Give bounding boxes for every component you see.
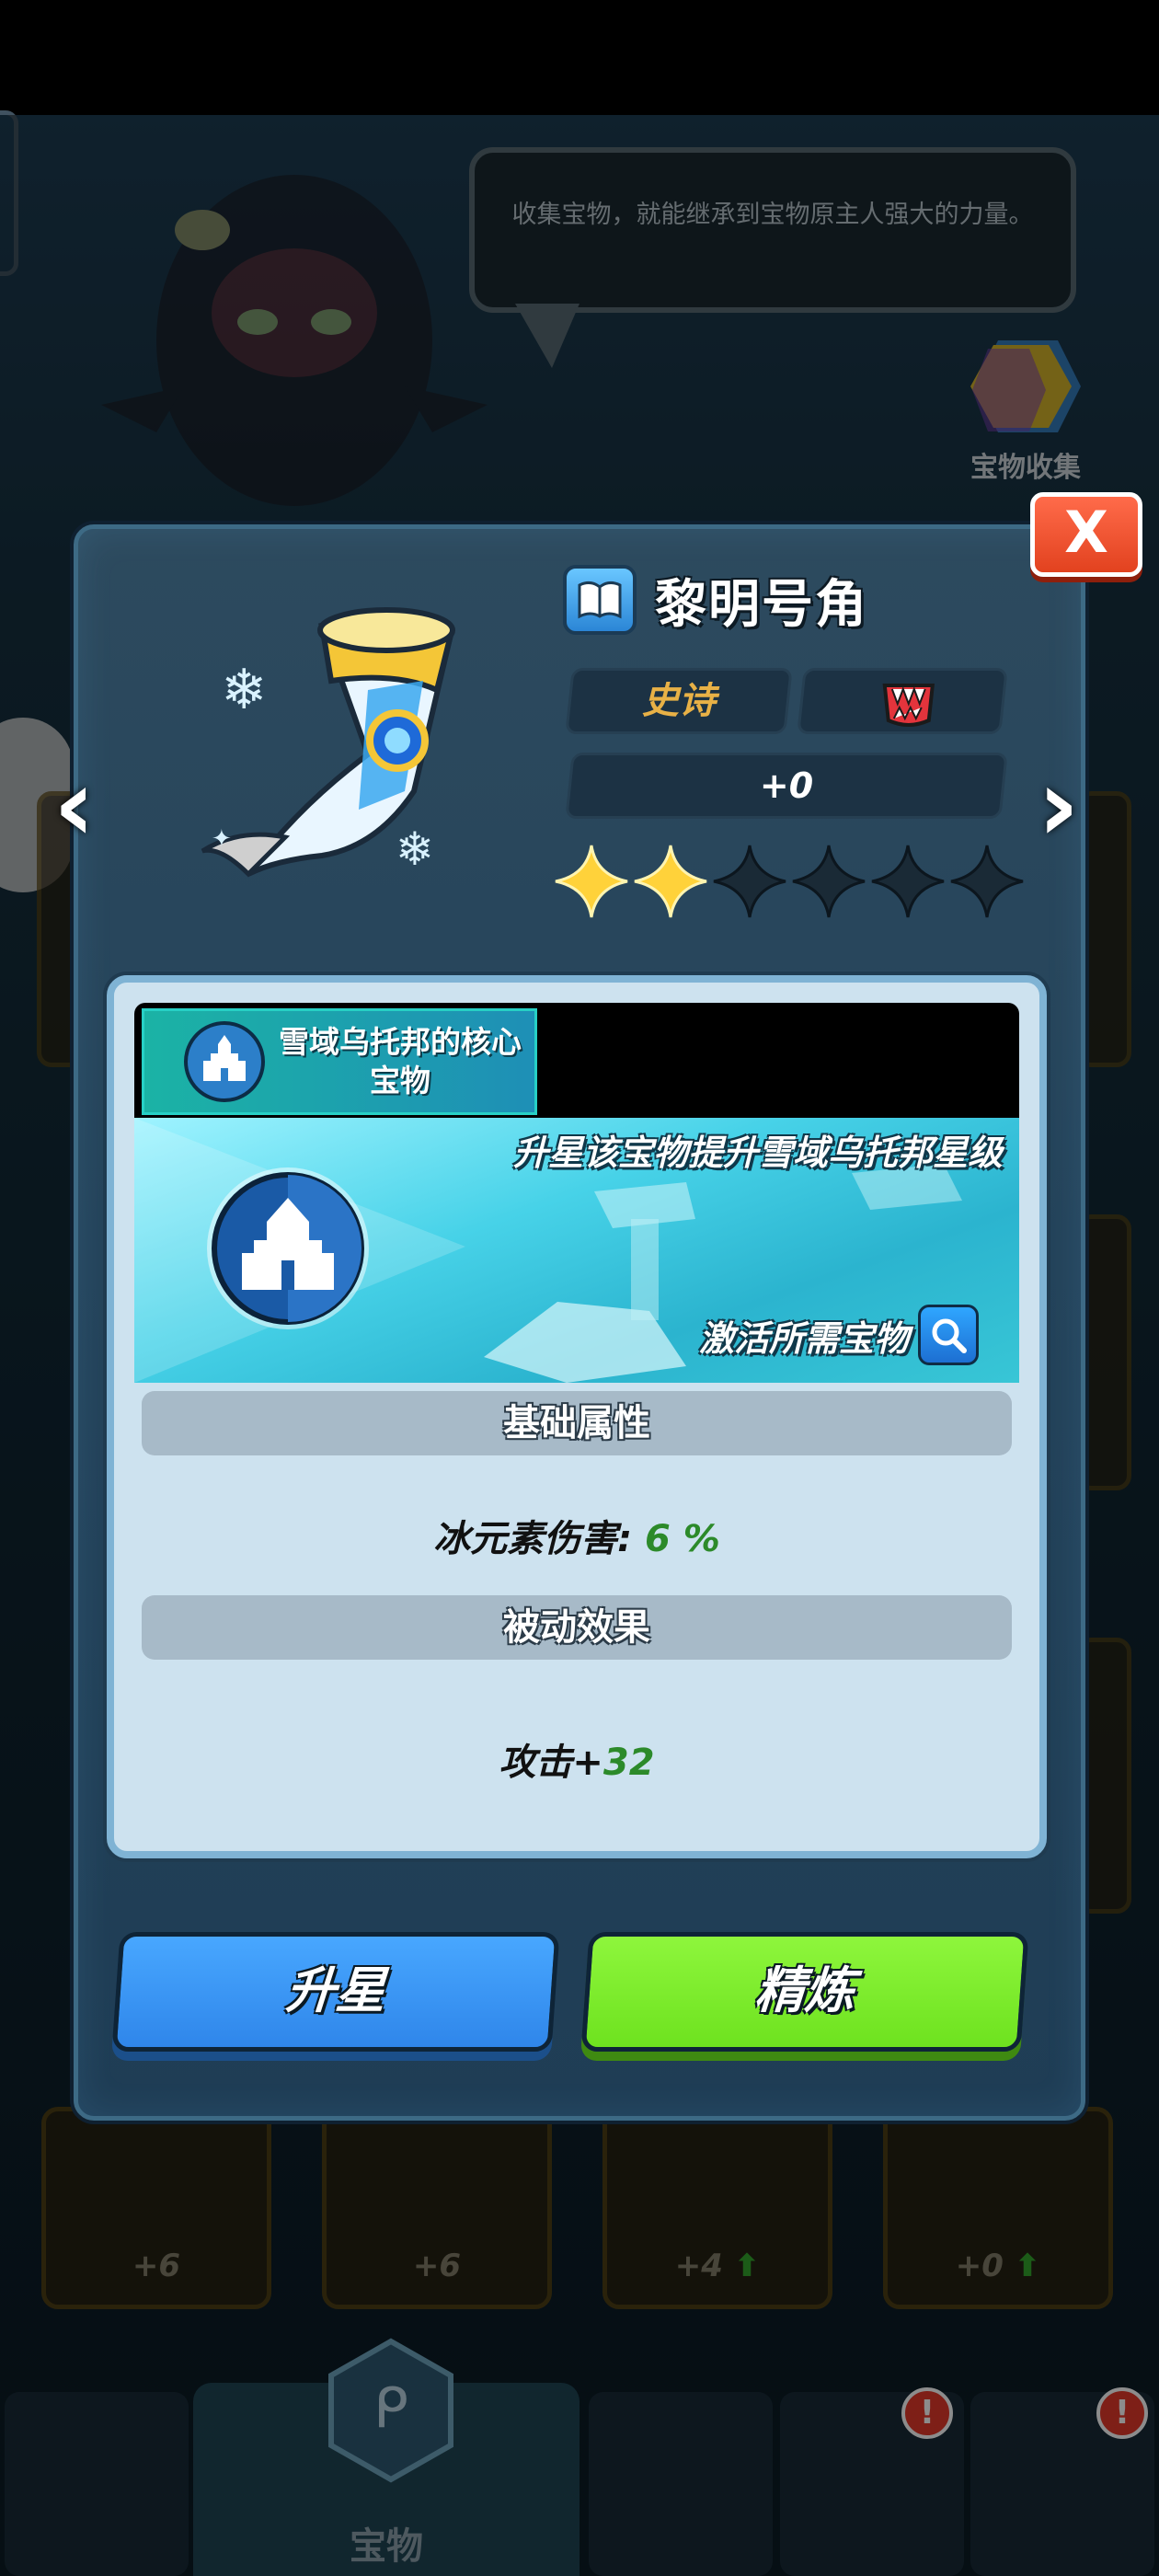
fanged-mouth-icon bbox=[882, 684, 935, 727]
passive-effect-line: 攻击+32 bbox=[142, 1732, 1012, 1786]
svg-text:✦: ✦ bbox=[212, 825, 232, 853]
ice-castle-icon bbox=[184, 1021, 265, 1102]
magnifier-icon[interactable] bbox=[918, 1305, 980, 1365]
attack-label: 攻击+ bbox=[499, 1742, 603, 1784]
set-description: 升星该宝物提升雪域乌托邦星级 bbox=[512, 1133, 1003, 1173]
activate-label: 激活所需宝物 bbox=[699, 1317, 910, 1359]
level-pill: +0 bbox=[565, 753, 1008, 819]
star-rating bbox=[552, 842, 1030, 925]
type-pill bbox=[797, 668, 1008, 734]
set-name: 雪域乌托邦的核心宝物 bbox=[279, 1024, 522, 1098]
set-tab: 雪域乌托邦的核心宝物 bbox=[142, 1008, 537, 1115]
star-empty-icon bbox=[792, 845, 866, 918]
next-arrow-icon[interactable]: › bbox=[1038, 754, 1102, 860]
ice-damage-value: 6 % bbox=[645, 1518, 720, 1560]
star-filled-icon bbox=[634, 845, 707, 918]
star-empty-icon bbox=[713, 845, 786, 918]
rarity-label: 史诗 bbox=[642, 680, 716, 722]
svg-text:❄: ❄ bbox=[396, 822, 434, 876]
base-attribute-line: 冰元素伤害: 6 % bbox=[142, 1509, 1012, 1562]
activate-required-treasures[interactable]: 激活所需宝物 bbox=[699, 1305, 980, 1365]
previous-arrow-icon[interactable]: ‹ bbox=[53, 754, 118, 860]
attack-value: 32 bbox=[602, 1742, 655, 1784]
star-filled-icon bbox=[555, 845, 628, 918]
ice-castle-emblem-icon bbox=[207, 1167, 369, 1329]
book-icon[interactable] bbox=[563, 565, 637, 635]
upgrade-star-button[interactable]: 升星 bbox=[111, 1932, 560, 2052]
base-attributes-header: 基础属性 bbox=[142, 1391, 1012, 1455]
close-button[interactable]: X bbox=[1030, 492, 1142, 577]
item-level: +0 bbox=[759, 765, 814, 806]
star-empty-icon bbox=[950, 845, 1024, 918]
refine-button[interactable]: 精炼 bbox=[580, 1932, 1029, 2052]
rarity-pill: 史诗 bbox=[565, 668, 793, 734]
item-title-row: 黎明号角 bbox=[563, 563, 868, 637]
ice-damage-label: 冰元素伤害: bbox=[433, 1518, 633, 1560]
star-empty-icon bbox=[871, 845, 945, 918]
status-bar bbox=[0, 0, 1159, 115]
passive-effect-header: 被动效果 bbox=[142, 1595, 1012, 1660]
svg-text:❄: ❄ bbox=[221, 658, 267, 722]
item-name: 黎明号角 bbox=[655, 574, 868, 635]
dawn-horn-item-image: ❄ ❄ ✦ bbox=[201, 607, 455, 878]
